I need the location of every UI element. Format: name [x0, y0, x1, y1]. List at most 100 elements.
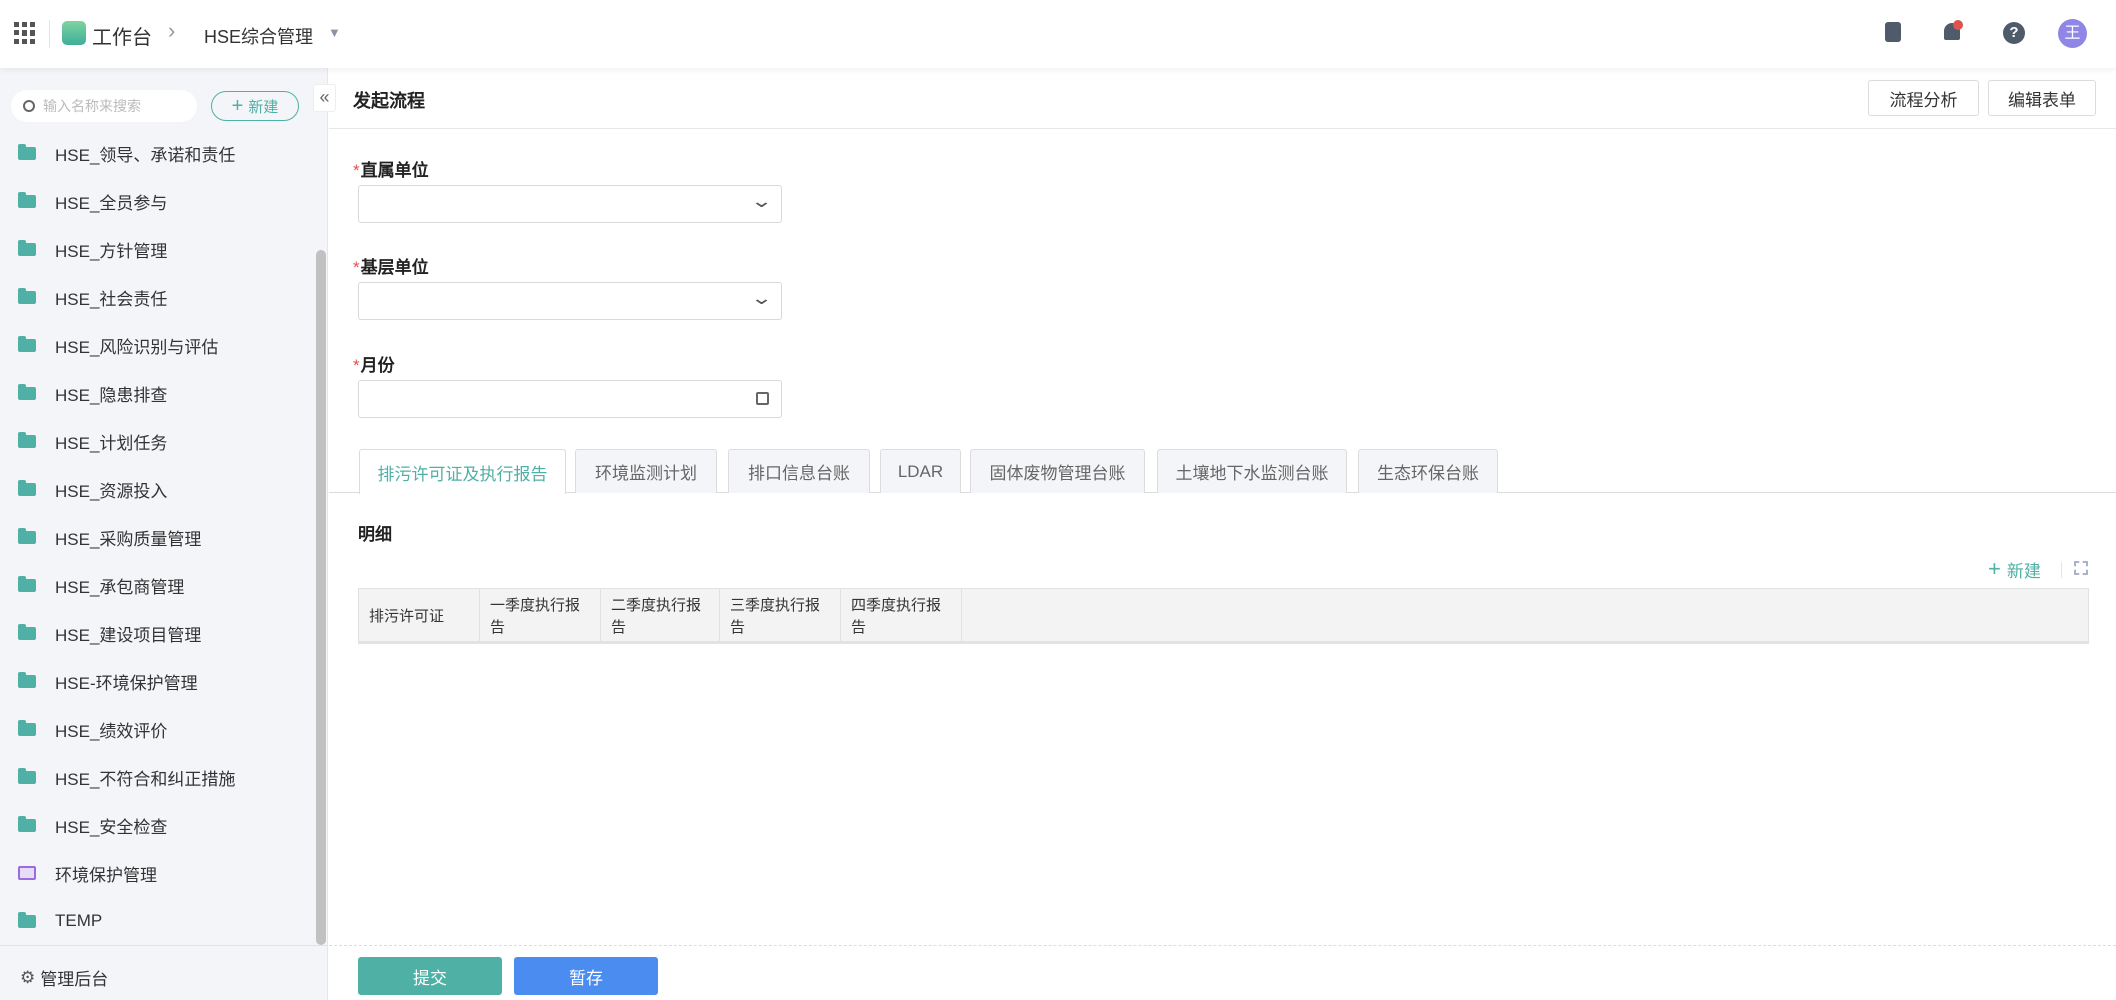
field-label: *月份: [353, 351, 395, 376]
tab[interactable]: 生态环保台账: [1358, 449, 1498, 493]
sidebar-item[interactable]: HSE_社会责任: [18, 282, 167, 312]
folder-icon: [18, 191, 36, 208]
field-label: *直属单位: [353, 156, 429, 181]
module-dropdown-icon[interactable]: ▼: [328, 25, 341, 40]
sidebar-item[interactable]: HSE_承包商管理: [18, 570, 184, 600]
folder-icon: [18, 527, 36, 544]
sidebar-item[interactable]: 环境保护管理: [18, 858, 157, 888]
sidebar-item-label: HSE_计划任务: [55, 433, 168, 453]
search-input[interactable]: 输入名称来搜索: [11, 90, 197, 122]
folder-icon: [18, 239, 36, 256]
sidebar-item[interactable]: HSE_方针管理: [18, 234, 167, 264]
admin-link[interactable]: ⚙ 管理后台: [20, 965, 108, 990]
gear-icon: ⚙: [20, 967, 36, 987]
sidebar-item[interactable]: HSE_建设项目管理: [18, 618, 201, 648]
sidebar-item-label: HSE_社会责任: [55, 289, 168, 309]
search-icon: [23, 100, 35, 112]
breadcrumb-workbench[interactable]: 工作台: [92, 21, 152, 50]
column-header: 二季度执行报告: [601, 589, 720, 644]
sidebar-item-label: 环境保护管理: [55, 865, 157, 885]
detail-new-label: 新建: [2006, 561, 2041, 581]
sidebar-item[interactable]: HSE_风险识别与评估: [18, 330, 218, 360]
sidebar-item[interactable]: HSE_不符合和纠正措施: [18, 762, 235, 792]
sidebar-item[interactable]: HSE_安全检查: [18, 810, 167, 840]
notebook-icon[interactable]: [1885, 22, 1901, 42]
footer-divider: [329, 945, 2116, 946]
sidebar-item-label: HSE_不符合和纠正措施: [55, 769, 236, 789]
sidebar-item-label: HSE_安全检查: [55, 817, 168, 837]
tab[interactable]: LDAR: [880, 449, 961, 493]
submit-button[interactable]: 提交: [358, 957, 502, 995]
sidebar-item-label: HSE_方针管理: [55, 241, 168, 261]
sidebar-item[interactable]: HSE_隐患排查: [18, 378, 167, 408]
flow-analysis-button[interactable]: 流程分析: [1868, 80, 1979, 116]
chevron-down-icon: ⌄: [750, 191, 773, 211]
month-date-picker[interactable]: [358, 380, 782, 418]
help-icon[interactable]: ?: [2003, 22, 2025, 44]
tab[interactable]: 排口信息台账: [728, 449, 870, 493]
column-header: 排污许可证: [359, 589, 480, 644]
breadcrumb-module[interactable]: HSE综合管理: [204, 23, 313, 49]
sidebar-item-label: HSE_采购质量管理: [55, 529, 202, 549]
workbench-logo-icon: [62, 21, 86, 45]
field-label-text: 月份: [360, 356, 395, 375]
folder-icon: [18, 431, 36, 448]
folder-icon: [18, 383, 36, 400]
chevron-down-icon: ⌄: [750, 288, 773, 308]
sidebar-item-label: TEMP: [55, 911, 103, 930]
sidebar-item[interactable]: HSE_领导、承诺和责任: [18, 138, 235, 168]
chevron-right-icon: ›: [168, 18, 176, 43]
tab[interactable]: 固体废物管理台账: [970, 449, 1145, 493]
main-header: [329, 68, 2116, 129]
save-draft-button[interactable]: 暂存: [514, 957, 658, 995]
required-marker: *: [353, 161, 360, 180]
sidebar-item-label: HSE_建设项目管理: [55, 625, 202, 645]
folder-icon: [18, 335, 36, 352]
column-header: 三季度执行报告: [720, 589, 841, 644]
detail-table-header: 排污许可证 一季度执行报告 二季度执行报告 三季度执行报告 四季度执行报告: [358, 588, 2089, 644]
sidebar-item-label: HSE_承包商管理: [55, 577, 185, 597]
field-label-text: 基层单位: [360, 258, 429, 277]
sidebar-scrollbar[interactable]: [316, 250, 326, 945]
sidebar-item[interactable]: HSE_计划任务: [18, 426, 167, 456]
sidebar-item-label: HSE_风险识别与评估: [55, 337, 219, 357]
folder-icon: [18, 767, 36, 784]
fullscreen-icon[interactable]: [2074, 561, 2088, 575]
folder-icon: [18, 671, 36, 688]
folder-icon: [18, 911, 36, 928]
unit-select[interactable]: ⌄: [358, 185, 782, 223]
new-button[interactable]: + 新建: [211, 91, 299, 121]
page-title: 发起流程: [353, 91, 425, 111]
tab[interactable]: 排污许可证及执行报告: [359, 449, 566, 494]
avatar[interactable]: 王: [2058, 19, 2087, 48]
sidebar-item-label: HSE_资源投入: [55, 481, 168, 501]
apps-grid-icon[interactable]: [14, 22, 36, 44]
sidebar: 输入名称来搜索 + 新建 « HSE_领导、承诺和责任 HSE_全员参与 HSE_方针…: [0, 68, 336, 1000]
folder-icon: [18, 287, 36, 304]
folder-icon: [18, 479, 36, 496]
divider: [2061, 562, 2062, 578]
notification-dot: [1953, 20, 1963, 30]
collapse-sidebar-button[interactable]: «: [313, 84, 336, 112]
sidebar-item[interactable]: HSE_绩效评价: [18, 714, 167, 744]
sidebar-item-label: HSE_领导、承诺和责任: [55, 145, 236, 165]
sidebar-item[interactable]: HSE_全员参与: [18, 186, 167, 216]
plus-icon: +: [1988, 556, 2001, 581]
detail-new-button[interactable]: + 新建: [1988, 556, 2041, 582]
tab[interactable]: 环境监测计划: [575, 449, 717, 493]
admin-label: 管理后台: [40, 970, 109, 989]
edit-form-button[interactable]: 编辑表单: [1988, 80, 2096, 116]
search-placeholder: 输入名称来搜索: [43, 98, 141, 114]
unit-select[interactable]: ⌄: [358, 282, 782, 320]
field-label: *基层单位: [353, 253, 429, 278]
sidebar-item[interactable]: HSE_资源投入: [18, 474, 167, 504]
tab[interactable]: 土壤地下水监测台账: [1157, 449, 1347, 493]
sidebar-item-label: HSE_绩效评价: [55, 721, 168, 741]
sidebar-item[interactable]: TEMP: [18, 906, 102, 936]
folder-icon: [18, 623, 36, 640]
sidebar-item[interactable]: HSE-环境保护管理: [18, 666, 198, 696]
folder-icon: [18, 575, 36, 592]
sidebar-item[interactable]: HSE_采购质量管理: [18, 522, 201, 552]
field-label-text: 直属单位: [360, 161, 429, 180]
folder-icon: [18, 719, 36, 736]
